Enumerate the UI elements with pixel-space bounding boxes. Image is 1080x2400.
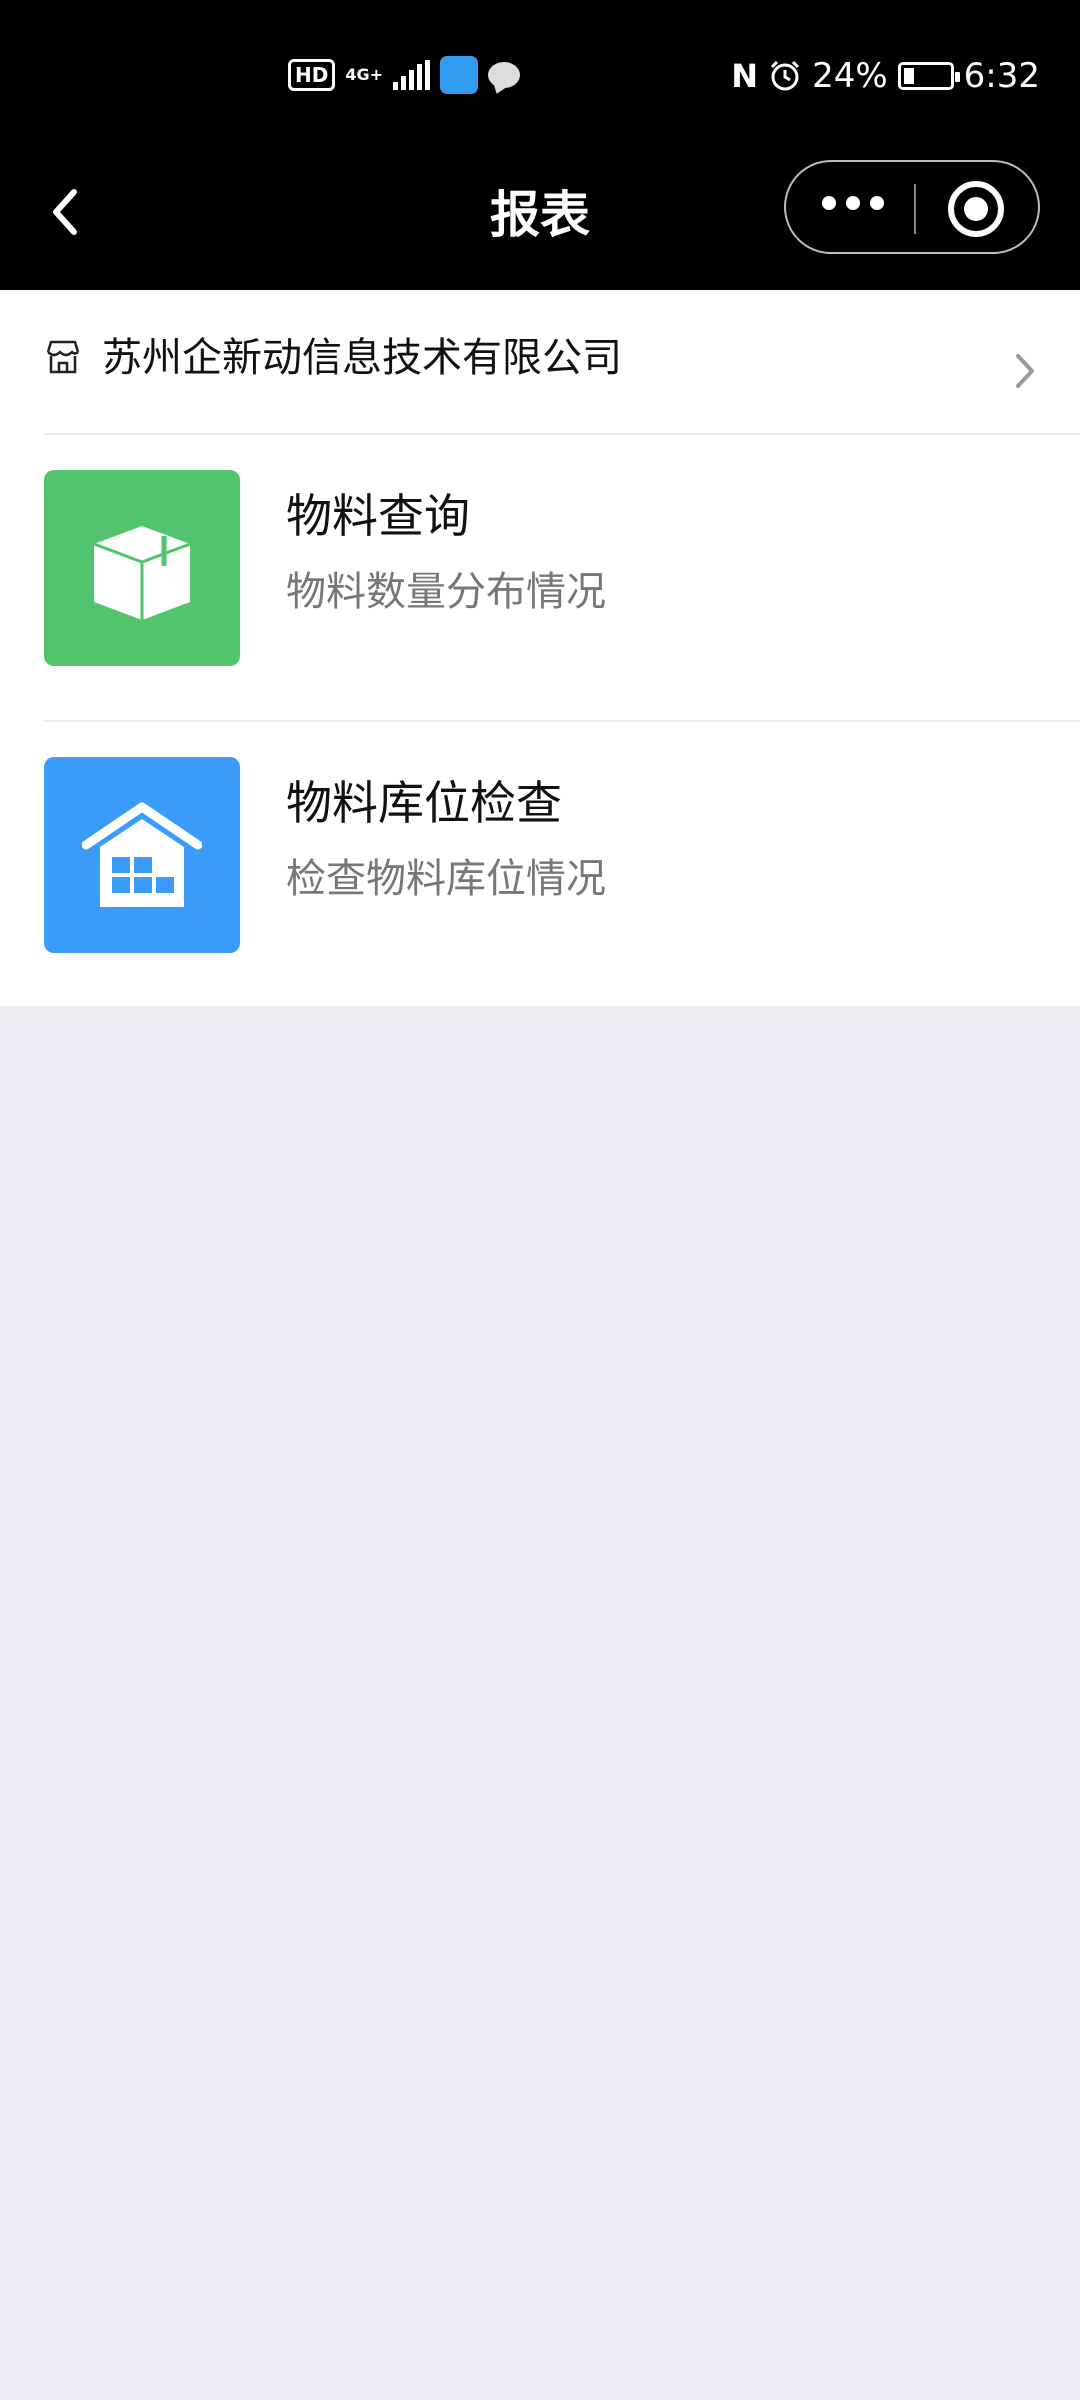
capsule-divider: [914, 184, 916, 234]
chat-notification-icon: [488, 62, 521, 88]
menu-item-subtitle: 检查物料库位情况: [286, 856, 606, 902]
battery-icon: [897, 62, 960, 90]
miniprogram-capsule: [784, 160, 1040, 254]
menu-item-title: 物料库位检查: [286, 776, 562, 830]
menu-item-material-query[interactable]: 物料查询 物料数量分布情况: [0, 434, 1080, 722]
nav-bar: 报表: [0, 160, 1080, 290]
network-badge: 4G+: [345, 65, 384, 84]
battery-percent: 24%: [812, 56, 888, 96]
company-name: 苏州企新动信息技术有限公司: [102, 335, 622, 381]
chevron-right-icon: [1016, 354, 1034, 388]
company-selector[interactable]: 苏州企新动信息技术有限公司: [0, 290, 1080, 434]
box-icon: [44, 470, 240, 666]
back-icon[interactable]: [36, 182, 96, 242]
report-panel: 苏州企新动信息技术有限公司 物料查询 物料数量分布情况 物料库位检查 检查物料库…: [0, 290, 1080, 1006]
nfc-icon: N: [731, 57, 759, 95]
status-right-icons: N 24% 6:32: [731, 56, 1040, 96]
alarm-icon: [771, 60, 800, 91]
storefront-icon: [46, 340, 80, 374]
status-left-icons: HD 4G+: [288, 56, 521, 94]
target-close-icon[interactable]: [948, 181, 1004, 237]
hd-badge: HD: [288, 59, 336, 91]
signal-icon: [393, 60, 431, 90]
menu-item-title: 物料查询: [286, 489, 470, 543]
menu-item-location-check[interactable]: 物料库位检查 检查物料库位情况: [0, 721, 1080, 1009]
status-bar: HD 4G+ N 24% 6:32: [0, 0, 1080, 160]
battery-level: [903, 68, 915, 84]
menu-item-subtitle: 物料数量分布情况: [286, 569, 606, 615]
app-notification-icon: [440, 56, 479, 94]
clock: 6:32: [963, 56, 1040, 96]
warehouse-icon: [44, 757, 240, 953]
more-dots-icon[interactable]: [822, 196, 884, 210]
